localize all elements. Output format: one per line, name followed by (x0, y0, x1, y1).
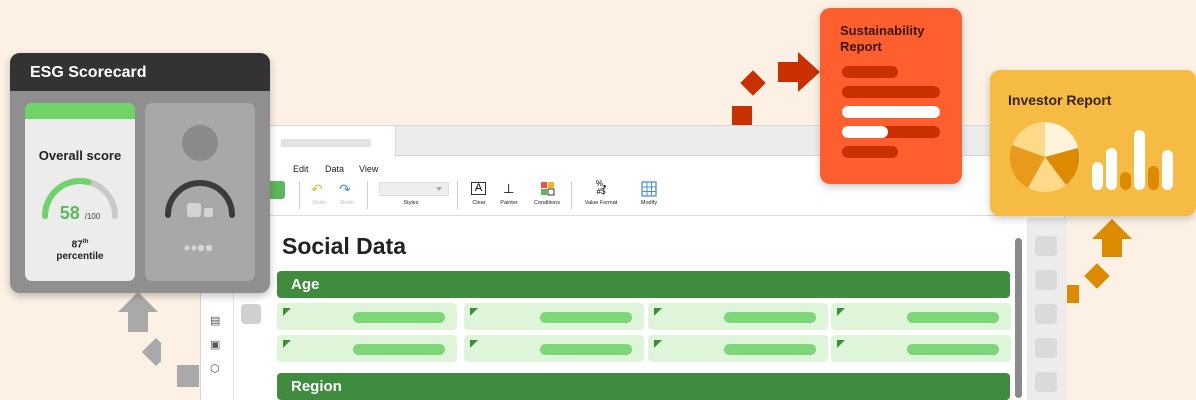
conditions-icon[interactable] (540, 181, 556, 197)
overall-score-label: Overall score (38, 148, 122, 163)
clear-label: Clear (472, 200, 486, 206)
modify-label: Modify (640, 200, 658, 206)
styles-label: Styles (403, 200, 419, 206)
modify-icon[interactable] (641, 181, 657, 197)
clear-icon[interactable]: A (471, 182, 486, 195)
table-cell[interactable] (831, 303, 1011, 330)
tab-active[interactable] (266, 126, 396, 157)
esg-scorecard-card: ESG Scorecard Overall score 58 /100 87th… (10, 53, 270, 293)
menu-view[interactable]: View (359, 164, 378, 174)
box-icon[interactable]: ⬡ (210, 362, 220, 375)
page-title: Social Data (282, 233, 406, 259)
value-format-label: Value Format (584, 200, 618, 206)
styles-dropdown[interactable] (379, 182, 449, 196)
redo-icon[interactable]: ↷ (339, 182, 351, 196)
redo-label: Redo (340, 200, 354, 206)
arrow-up-icon (118, 292, 161, 367)
menu-data[interactable]: Data (325, 164, 344, 174)
table-cell[interactable] (464, 303, 644, 330)
esg-card-title: ESG Scorecard (10, 53, 270, 91)
investor-report-title: Investor Report (1008, 92, 1112, 108)
vertical-scrollbar[interactable] (1015, 238, 1022, 398)
arrow-connector-gray (177, 365, 199, 387)
image-icon[interactable]: ▣ (210, 338, 220, 351)
panel-icon[interactable]: ▤ (210, 314, 220, 327)
percentile-text: 87th percentile (56, 239, 104, 263)
undo-icon[interactable]: ↶ (311, 182, 323, 196)
sustainability-report-title: Sustainability Report (840, 23, 925, 54)
painter-label: Painter (500, 200, 518, 206)
table-cell[interactable] (648, 335, 828, 362)
table-cell[interactable] (831, 335, 1011, 362)
score-value: 58 /100 (59, 203, 101, 223)
section-header-region[interactable]: Region (277, 373, 1010, 400)
arrow-up-icon-orange (1061, 219, 1132, 303)
painter-icon[interactable]: ⊥ (503, 182, 514, 196)
section-header-age[interactable]: Age (277, 271, 1010, 298)
value-format-icon[interactable]: %❟ #$ (593, 180, 609, 196)
table-cell[interactable] (464, 335, 644, 362)
avatar-icon (165, 125, 235, 252)
tab-title-placeholder (281, 139, 371, 147)
menu-edit[interactable]: Edit (293, 164, 309, 174)
right-panel (1027, 218, 1067, 400)
table-cell[interactable] (277, 335, 457, 362)
table-cell[interactable] (648, 303, 828, 330)
sustainability-report-card: Sustainability Report (820, 8, 962, 184)
investor-report-card: Investor Report (990, 70, 1196, 216)
arrow-right-icon (732, 52, 820, 125)
table-cell[interactable] (277, 303, 457, 330)
profile-panel (145, 103, 255, 281)
conditions-label: Conditions (534, 200, 560, 206)
row-handle[interactable] (241, 304, 261, 324)
pie-chart-icon (1009, 122, 1080, 192)
undo-label: Undo (312, 200, 326, 206)
overall-score-panel: Overall score 58 /100 87th percentile (25, 103, 135, 281)
